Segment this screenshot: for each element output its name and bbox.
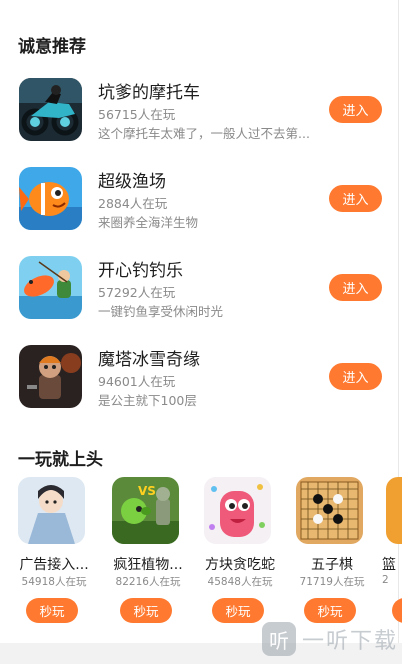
game-name: 魔塔冰雪奇缘	[98, 350, 200, 370]
hot-section-title: 一玩就上头	[18, 450, 103, 470]
game-name: 篮	[382, 557, 396, 573]
game-description: 一键钓鱼享受休闲时光	[98, 304, 224, 319]
player-count: 56715人在玩	[98, 107, 176, 122]
magic-tower-game-icon[interactable]	[19, 345, 82, 408]
game-name: 方块贪吃蛇	[205, 557, 275, 573]
watermark: 听 一听下载	[261, 622, 398, 656]
recommended-item[interactable]: 魔塔冰雪奇缘 94601人在玩 是公主就下100层 进入	[0, 345, 402, 425]
game-name: 超级渔场	[98, 172, 166, 192]
play-now-button[interactable]: 秒	[392, 598, 402, 623]
player-count: 2884人在玩	[98, 196, 168, 211]
game-name: 开心钓钓乐	[98, 261, 183, 281]
hot-game-card[interactable]: 五子棋 71719人在玩 秒玩	[288, 477, 376, 627]
game-name: 坑爹的摩托车	[98, 83, 200, 103]
basketball-game-icon[interactable]	[386, 477, 402, 544]
play-now-button[interactable]: 秒玩	[212, 598, 264, 623]
watermark-logo-icon: 听	[261, 622, 296, 656]
anime-character-game-icon[interactable]	[18, 477, 85, 544]
player-count: 82216人在玩	[115, 576, 181, 588]
watermark-text: 一听下载	[301, 629, 398, 654]
hot-game-card[interactable]: VS 疯狂植物... 82216人在玩 秒玩	[104, 477, 192, 627]
game-description: 这个摩托车太难了，一般人过不去第...	[98, 126, 310, 141]
snake-game-icon[interactable]	[204, 477, 271, 544]
enter-button[interactable]: 进入	[329, 185, 382, 212]
game-description: 来圈养全海洋生物	[98, 215, 199, 230]
clownfish-game-icon[interactable]	[19, 167, 82, 230]
player-count: 54918人在玩	[21, 576, 87, 588]
play-now-button[interactable]: 秒玩	[120, 598, 172, 623]
game-name: 五子棋	[311, 557, 353, 573]
hot-game-card[interactable]: 篮 2 秒	[378, 477, 402, 627]
game-description: 是公主就下100层	[98, 393, 197, 408]
hot-game-card[interactable]: 方块贪吃蛇 45848人在玩 秒玩	[196, 477, 284, 627]
player-count: 71719人在玩	[299, 576, 365, 588]
plants-zombies-game-icon[interactable]: VS	[112, 477, 179, 544]
recommended-section-title: 诚意推荐	[18, 37, 86, 57]
game-name: 广告接入...	[19, 557, 89, 573]
fishing-game-icon[interactable]	[19, 256, 82, 319]
play-now-button[interactable]: 秒玩	[26, 598, 78, 623]
player-count: 2	[382, 574, 389, 586]
enter-button[interactable]: 进入	[329, 96, 382, 123]
player-count: 57292人在玩	[98, 285, 176, 300]
recommended-item[interactable]: 超级渔场 2884人在玩 来圈养全海洋生物 进入	[0, 167, 402, 247]
enter-button[interactable]: 进入	[329, 363, 382, 390]
recommended-item[interactable]: 坑爹的摩托车 56715人在玩 这个摩托车太难了，一般人过不去第... 进入	[0, 78, 402, 158]
player-count: 94601人在玩	[98, 374, 176, 389]
svg-text:VS: VS	[138, 484, 156, 498]
enter-button[interactable]: 进入	[329, 274, 382, 301]
play-now-button[interactable]: 秒玩	[304, 598, 356, 623]
hot-game-card[interactable]: 广告接入... 54918人在玩 秒玩	[10, 477, 98, 627]
game-name: 疯狂植物...	[113, 557, 183, 573]
recommended-item[interactable]: 开心钓钓乐 57292人在玩 一键钓鱼享受休闲时光 进入	[0, 256, 402, 336]
motorcycle-game-icon[interactable]	[19, 78, 82, 141]
player-count: 45848人在玩	[207, 576, 273, 588]
gomoku-board-icon[interactable]	[296, 477, 363, 544]
